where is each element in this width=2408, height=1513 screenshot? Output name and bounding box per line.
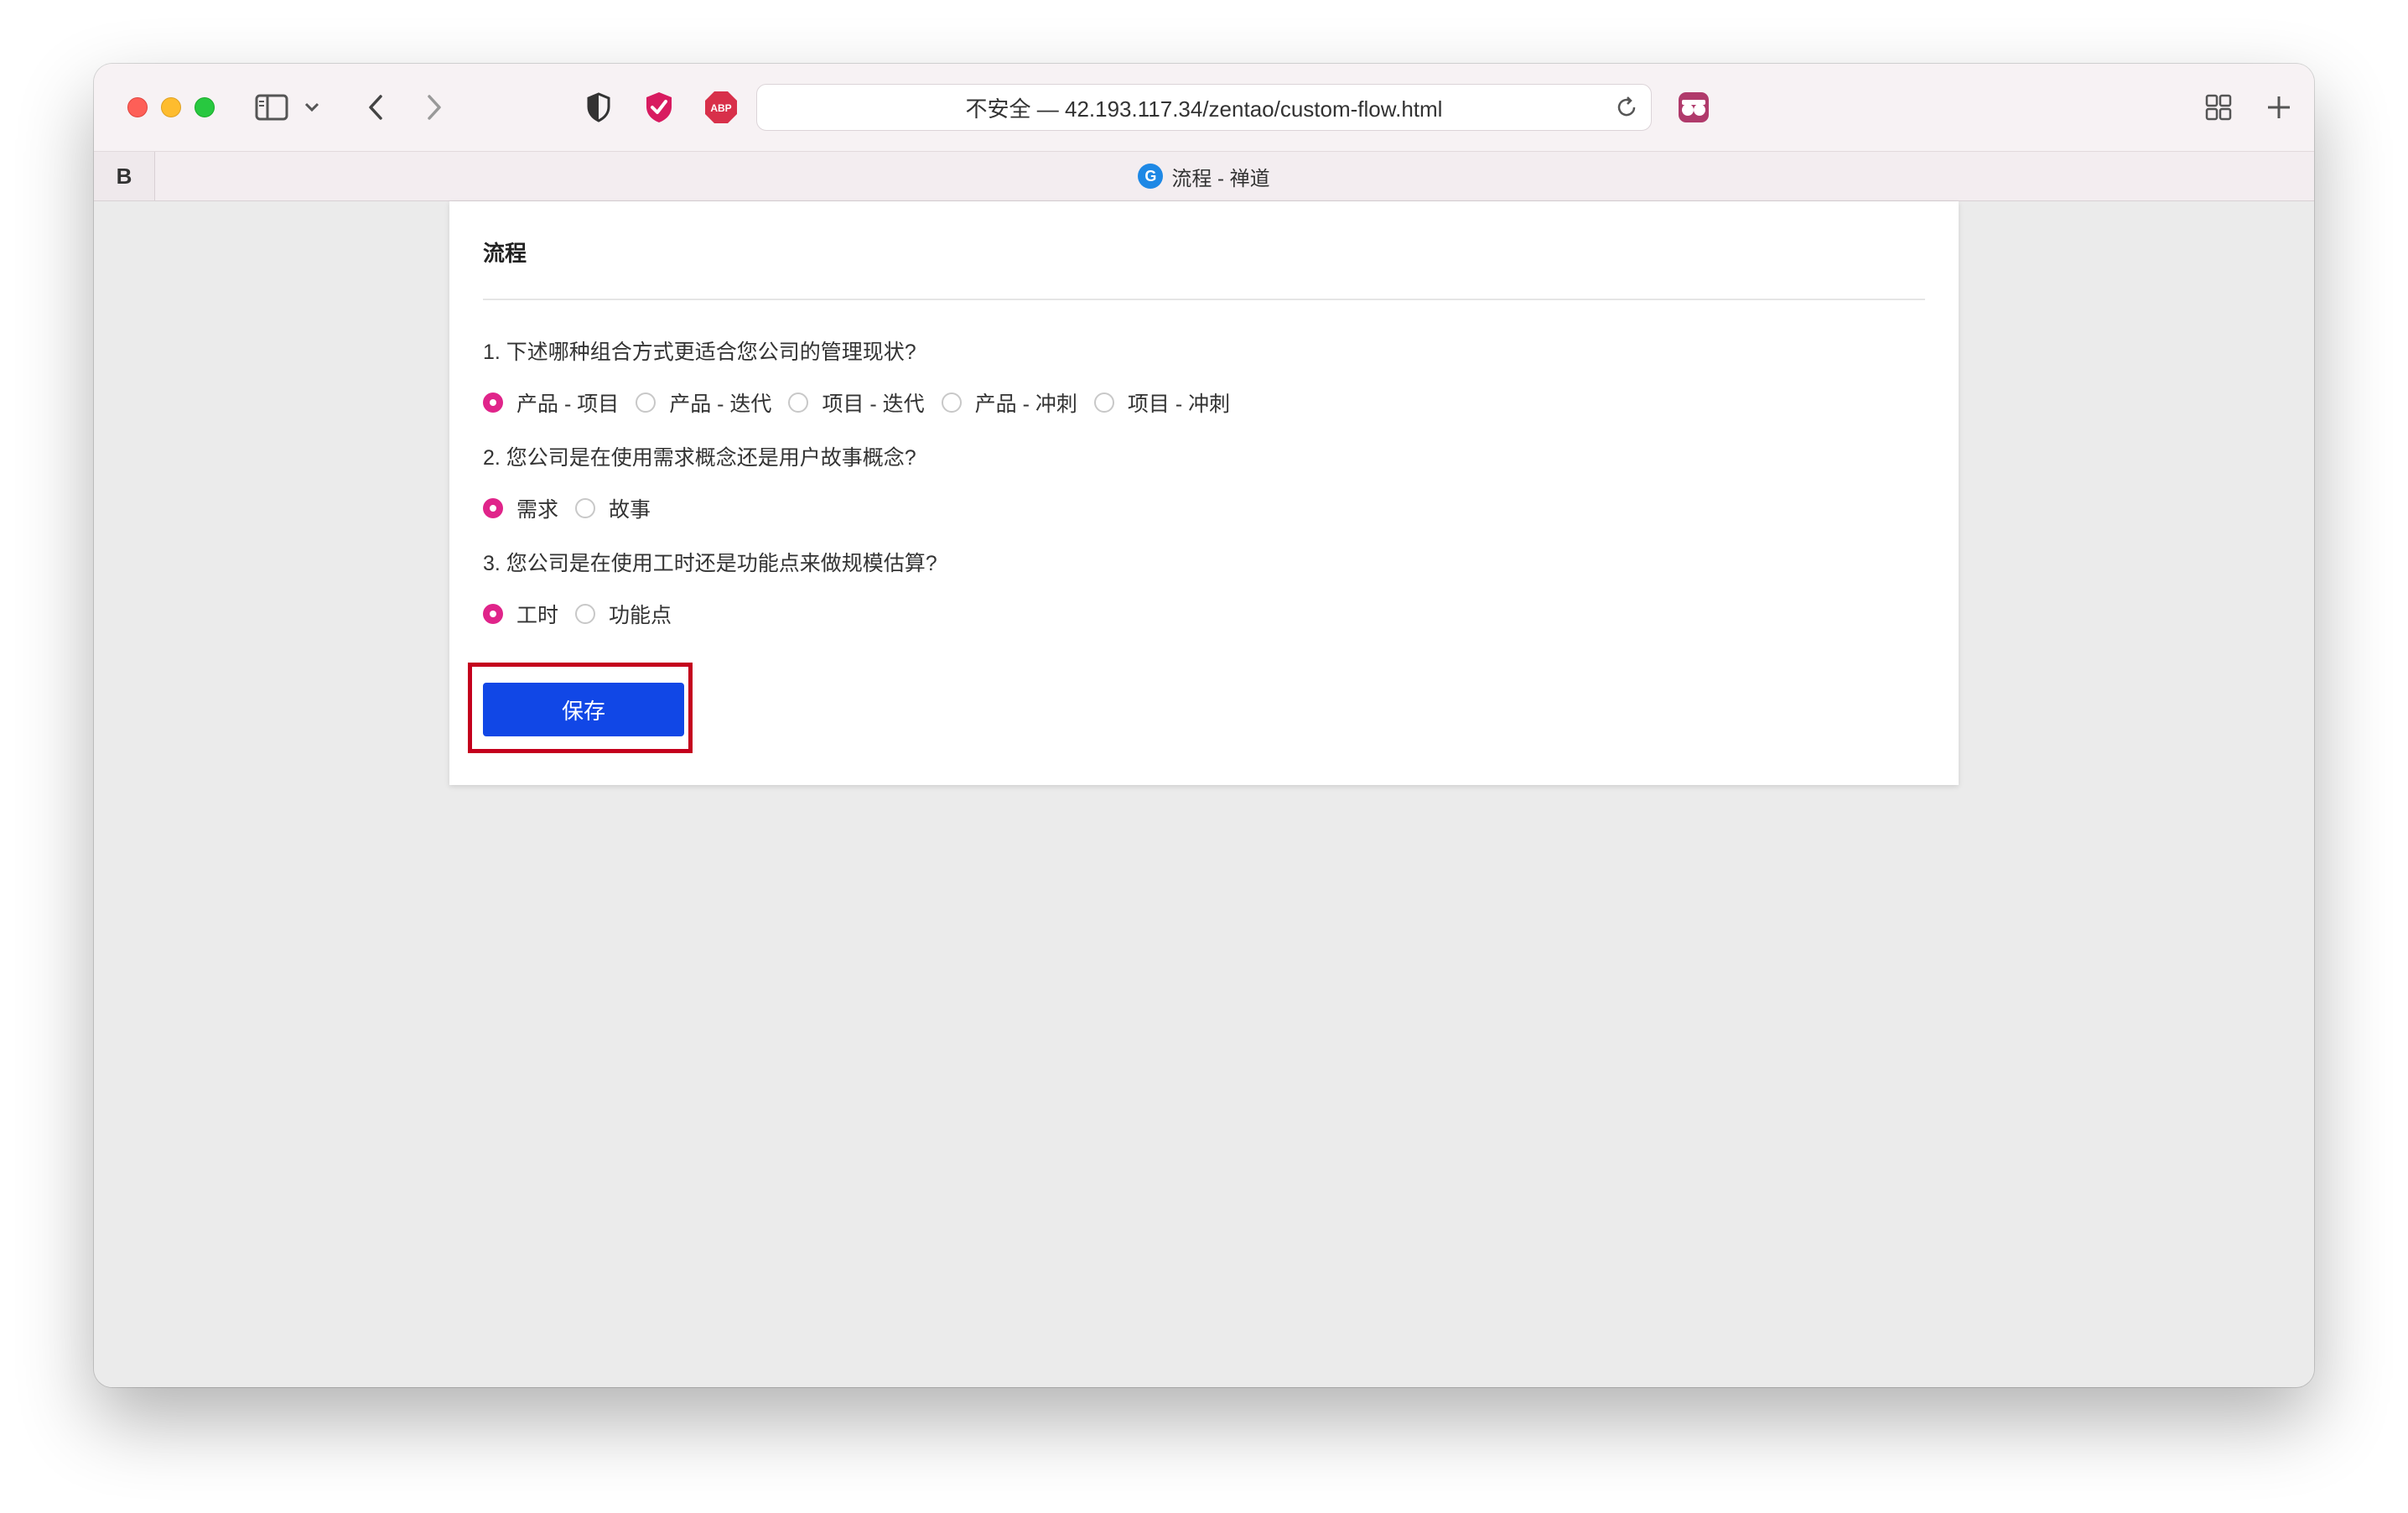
chevron-down-icon[interactable]	[302, 97, 322, 117]
radio-button[interactable]	[483, 498, 503, 518]
adblock-plus-icon[interactable]: ABP	[703, 89, 740, 126]
browser-window: ABP 不安全 — 42.193.117.34/zentao/custom-fl…	[94, 64, 2314, 1387]
forward-arrow-icon[interactable]	[419, 91, 449, 124]
question-2: 2. 您公司是在使用需求概念还是用户故事概念?	[483, 446, 916, 470]
radio-option-product-project[interactable]: 产品 - 项目	[483, 387, 619, 418]
radio-option-requirement[interactable]: 需求	[483, 493, 558, 523]
new-tab-plus-icon[interactable]	[2260, 89, 2297, 126]
shield-icon[interactable]	[582, 89, 615, 126]
radio-button[interactable]	[483, 393, 503, 413]
page-title: 流程	[483, 241, 527, 266]
active-tab: G 流程 - 禅道	[94, 152, 2314, 200]
radio-label: 项目 - 冲刺	[1127, 393, 1231, 416]
privacy-extension-icon[interactable]	[641, 89, 677, 126]
radio-label: 工时	[516, 604, 559, 627]
tab-overview-icon[interactable]	[2200, 89, 2237, 126]
url-text: 不安全 — 42.193.117.34/zentao/custom-flow.h…	[965, 96, 1443, 122]
tab-title-text[interactable]: 流程 - 禅道	[1171, 162, 1269, 191]
close-window-button[interactable]	[127, 97, 148, 117]
question-3: 3. 您公司是在使用工时还是功能点来做规模估算?	[483, 552, 937, 575]
radio-button[interactable]	[575, 604, 596, 624]
flow-settings-panel: 流程 1. 下述哪种组合方式更适合您公司的管理现状? 产品 - 项目 产品 - …	[449, 201, 1959, 785]
radio-option-product-iteration[interactable]: 产品 - 迭代	[636, 387, 771, 418]
radio-button[interactable]	[575, 498, 596, 518]
question-2-options: 需求 故事	[483, 493, 667, 523]
radio-label: 需求	[516, 498, 559, 522]
back-arrow-icon[interactable]	[361, 91, 391, 124]
adblock-plus-label: ABP	[710, 102, 731, 114]
radio-option-work-hours[interactable]: 工时	[483, 599, 558, 629]
sidebar-toggle-icon[interactable]	[255, 92, 288, 122]
tab-bar: B G 流程 - 禅道	[94, 151, 2314, 201]
browser-toolbar: ABP 不安全 — 42.193.117.34/zentao/custom-fl…	[94, 64, 2314, 151]
divider	[483, 299, 1925, 300]
question-1-options: 产品 - 项目 产品 - 迭代 项目 - 迭代 产品 - 冲刺 项目 - 冲刺	[483, 387, 1247, 418]
radio-label: 产品 - 冲刺	[974, 393, 1077, 416]
radio-option-story[interactable]: 故事	[575, 493, 651, 523]
radio-button[interactable]	[788, 393, 809, 413]
radio-option-product-sprint[interactable]: 产品 - 冲刺	[941, 387, 1077, 418]
page-content: 流程 1. 下述哪种组合方式更适合您公司的管理现状? 产品 - 项目 产品 - …	[94, 201, 2314, 1387]
radio-label: 故事	[609, 498, 651, 522]
question-1: 1. 下述哪种组合方式更适合您公司的管理现状?	[483, 341, 916, 364]
pinned-tab[interactable]: B	[94, 152, 155, 200]
radio-button[interactable]	[941, 393, 962, 413]
save-button[interactable]: 保存	[483, 683, 684, 736]
radio-label: 项目 - 迭代	[822, 393, 925, 416]
address-bar[interactable]: 不安全 — 42.193.117.34/zentao/custom-flow.h…	[756, 84, 1652, 131]
radio-option-function-points[interactable]: 功能点	[575, 599, 672, 629]
radio-label: 产品 - 迭代	[669, 393, 772, 416]
reload-icon[interactable]	[1614, 95, 1639, 126]
radio-button[interactable]	[483, 604, 503, 624]
radio-option-project-iteration[interactable]: 项目 - 迭代	[788, 387, 925, 418]
zoom-window-button[interactable]	[195, 97, 215, 117]
minimize-window-button[interactable]	[161, 97, 181, 117]
question-3-options: 工时 功能点	[483, 599, 688, 629]
zentao-favicon-icon: G	[1138, 164, 1164, 189]
extension-eyes-icon[interactable]	[1675, 89, 1712, 126]
radio-button[interactable]	[636, 393, 656, 413]
radio-label: 功能点	[609, 604, 672, 627]
radio-label: 产品 - 项目	[516, 393, 620, 416]
radio-option-project-sprint[interactable]: 项目 - 冲刺	[1093, 387, 1231, 418]
radio-button[interactable]	[1093, 393, 1114, 413]
